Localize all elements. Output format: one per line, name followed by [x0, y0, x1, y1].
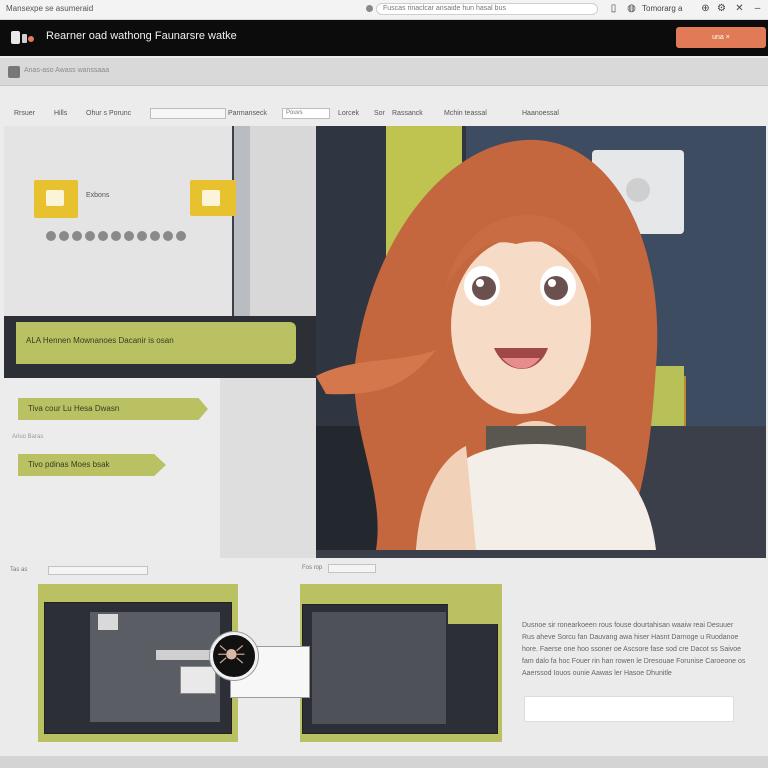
site-info-icon[interactable] — [366, 5, 373, 12]
nav-item-2[interactable]: Hills — [54, 110, 67, 117]
icon-label: Exbons — [86, 192, 110, 199]
search-input[interactable] — [150, 108, 226, 119]
tab-2[interactable]: Fos rop — [302, 565, 322, 571]
toolbar-text: Anas-aso Awass wanssaaa — [24, 67, 110, 74]
app-title: Rearner oad wathong Faunarsre watke — [46, 30, 237, 42]
browser-chrome: Mansexpe se asumeraid Fuscas rinaclcar a… — [0, 0, 768, 20]
image-icon[interactable] — [190, 180, 236, 216]
left-panel — [4, 126, 232, 316]
panel-divider — [234, 126, 250, 316]
character-illustration — [316, 126, 766, 550]
tab-2-field[interactable] — [328, 564, 376, 573]
app-header: Rearner oad wathong Faunarsre watke una … — [0, 20, 768, 56]
tool-icon[interactable] — [124, 231, 134, 241]
promo-banner[interactable]: ALA Hennen Mownanoes Dacanir is osan — [16, 322, 296, 364]
icon-row — [46, 228, 189, 246]
tool-icon[interactable] — [137, 231, 147, 241]
nav-bar: Rrsuer Hills Ohur s Porunc Parmanseck Po… — [4, 104, 764, 124]
minimize-icon[interactable]: – — [752, 3, 763, 15]
app-logo-icon — [11, 31, 34, 44]
comment-input[interactable] — [524, 696, 734, 722]
nav-right-item-4[interactable]: Mchin teassal — [444, 110, 487, 117]
tool-icon[interactable] — [72, 231, 82, 241]
tool-icon[interactable] — [46, 231, 56, 241]
primary-action-button[interactable]: una × — [676, 27, 766, 48]
nav-item-3[interactable]: Ohur s Porunc — [86, 110, 131, 117]
extension-icon[interactable]: ◍ — [626, 3, 637, 15]
preview-thumb — [98, 614, 118, 630]
tool-icon[interactable] — [176, 231, 186, 241]
tool-icon[interactable] — [111, 231, 121, 241]
nav-right-item-3[interactable]: Rassanck — [392, 110, 423, 117]
preview-accent — [448, 598, 498, 624]
tool-icon[interactable] — [85, 231, 95, 241]
tool-icon[interactable] — [98, 231, 108, 241]
bookmark-icon[interactable]: ▯ — [608, 3, 619, 15]
tool-icon[interactable] — [59, 231, 69, 241]
nav-right-item-1[interactable]: Lorcek — [338, 110, 359, 117]
nav-right-item-5[interactable]: Haanoessal — [522, 110, 559, 117]
status-bar — [0, 756, 768, 768]
window-title: Mansexpe se asumeraid — [6, 4, 94, 13]
action-banner-2[interactable]: Tivo pdinas Moes bsak — [18, 454, 166, 476]
mini-dialog — [180, 666, 216, 694]
preview-bar — [156, 650, 216, 660]
nav-item-1[interactable]: Rrsuer — [14, 110, 35, 117]
nav-right-item-2[interactable]: Sor — [374, 110, 385, 117]
tab-1[interactable]: Tas as — [10, 567, 27, 573]
preview-window-2 — [312, 612, 446, 724]
address-bar[interactable]: Fuscas rinaclcar ansaide hun hasal bus — [376, 3, 598, 15]
zoom-icon[interactable]: ⊕ — [700, 3, 711, 15]
tool-icon[interactable] — [163, 231, 173, 241]
close-icon[interactable]: ✕ — [734, 3, 745, 15]
panel-gap — [250, 126, 316, 316]
description-text: Dusnoe sir ronearkoeen rous fouse dourta… — [522, 622, 746, 677]
menu-icon[interactable] — [8, 66, 20, 78]
avatar[interactable] — [210, 632, 258, 680]
toolbar: Anas-aso Awass wanssaaa — [0, 58, 768, 86]
action-banner-1[interactable]: Tiva cour Lu Hesa Dwasn — [18, 398, 208, 420]
tool-icon[interactable] — [150, 231, 160, 241]
profile-label[interactable]: Tomorarg a — [642, 4, 682, 13]
spider-icon — [218, 645, 245, 664]
field-label: Parmanseck — [228, 110, 267, 117]
folder-icon[interactable] — [34, 180, 78, 218]
tab-1-field[interactable] — [48, 566, 148, 575]
settings-icon[interactable]: ⚙ — [716, 3, 727, 15]
app-root: Mansexpe se asumeraid Fuscas rinaclcar a… — [0, 0, 768, 768]
filter-field[interactable]: Pouvs — [282, 108, 330, 119]
left-panel-lower-side — [220, 378, 316, 558]
section-label: Ariuo Baras — [12, 434, 44, 440]
